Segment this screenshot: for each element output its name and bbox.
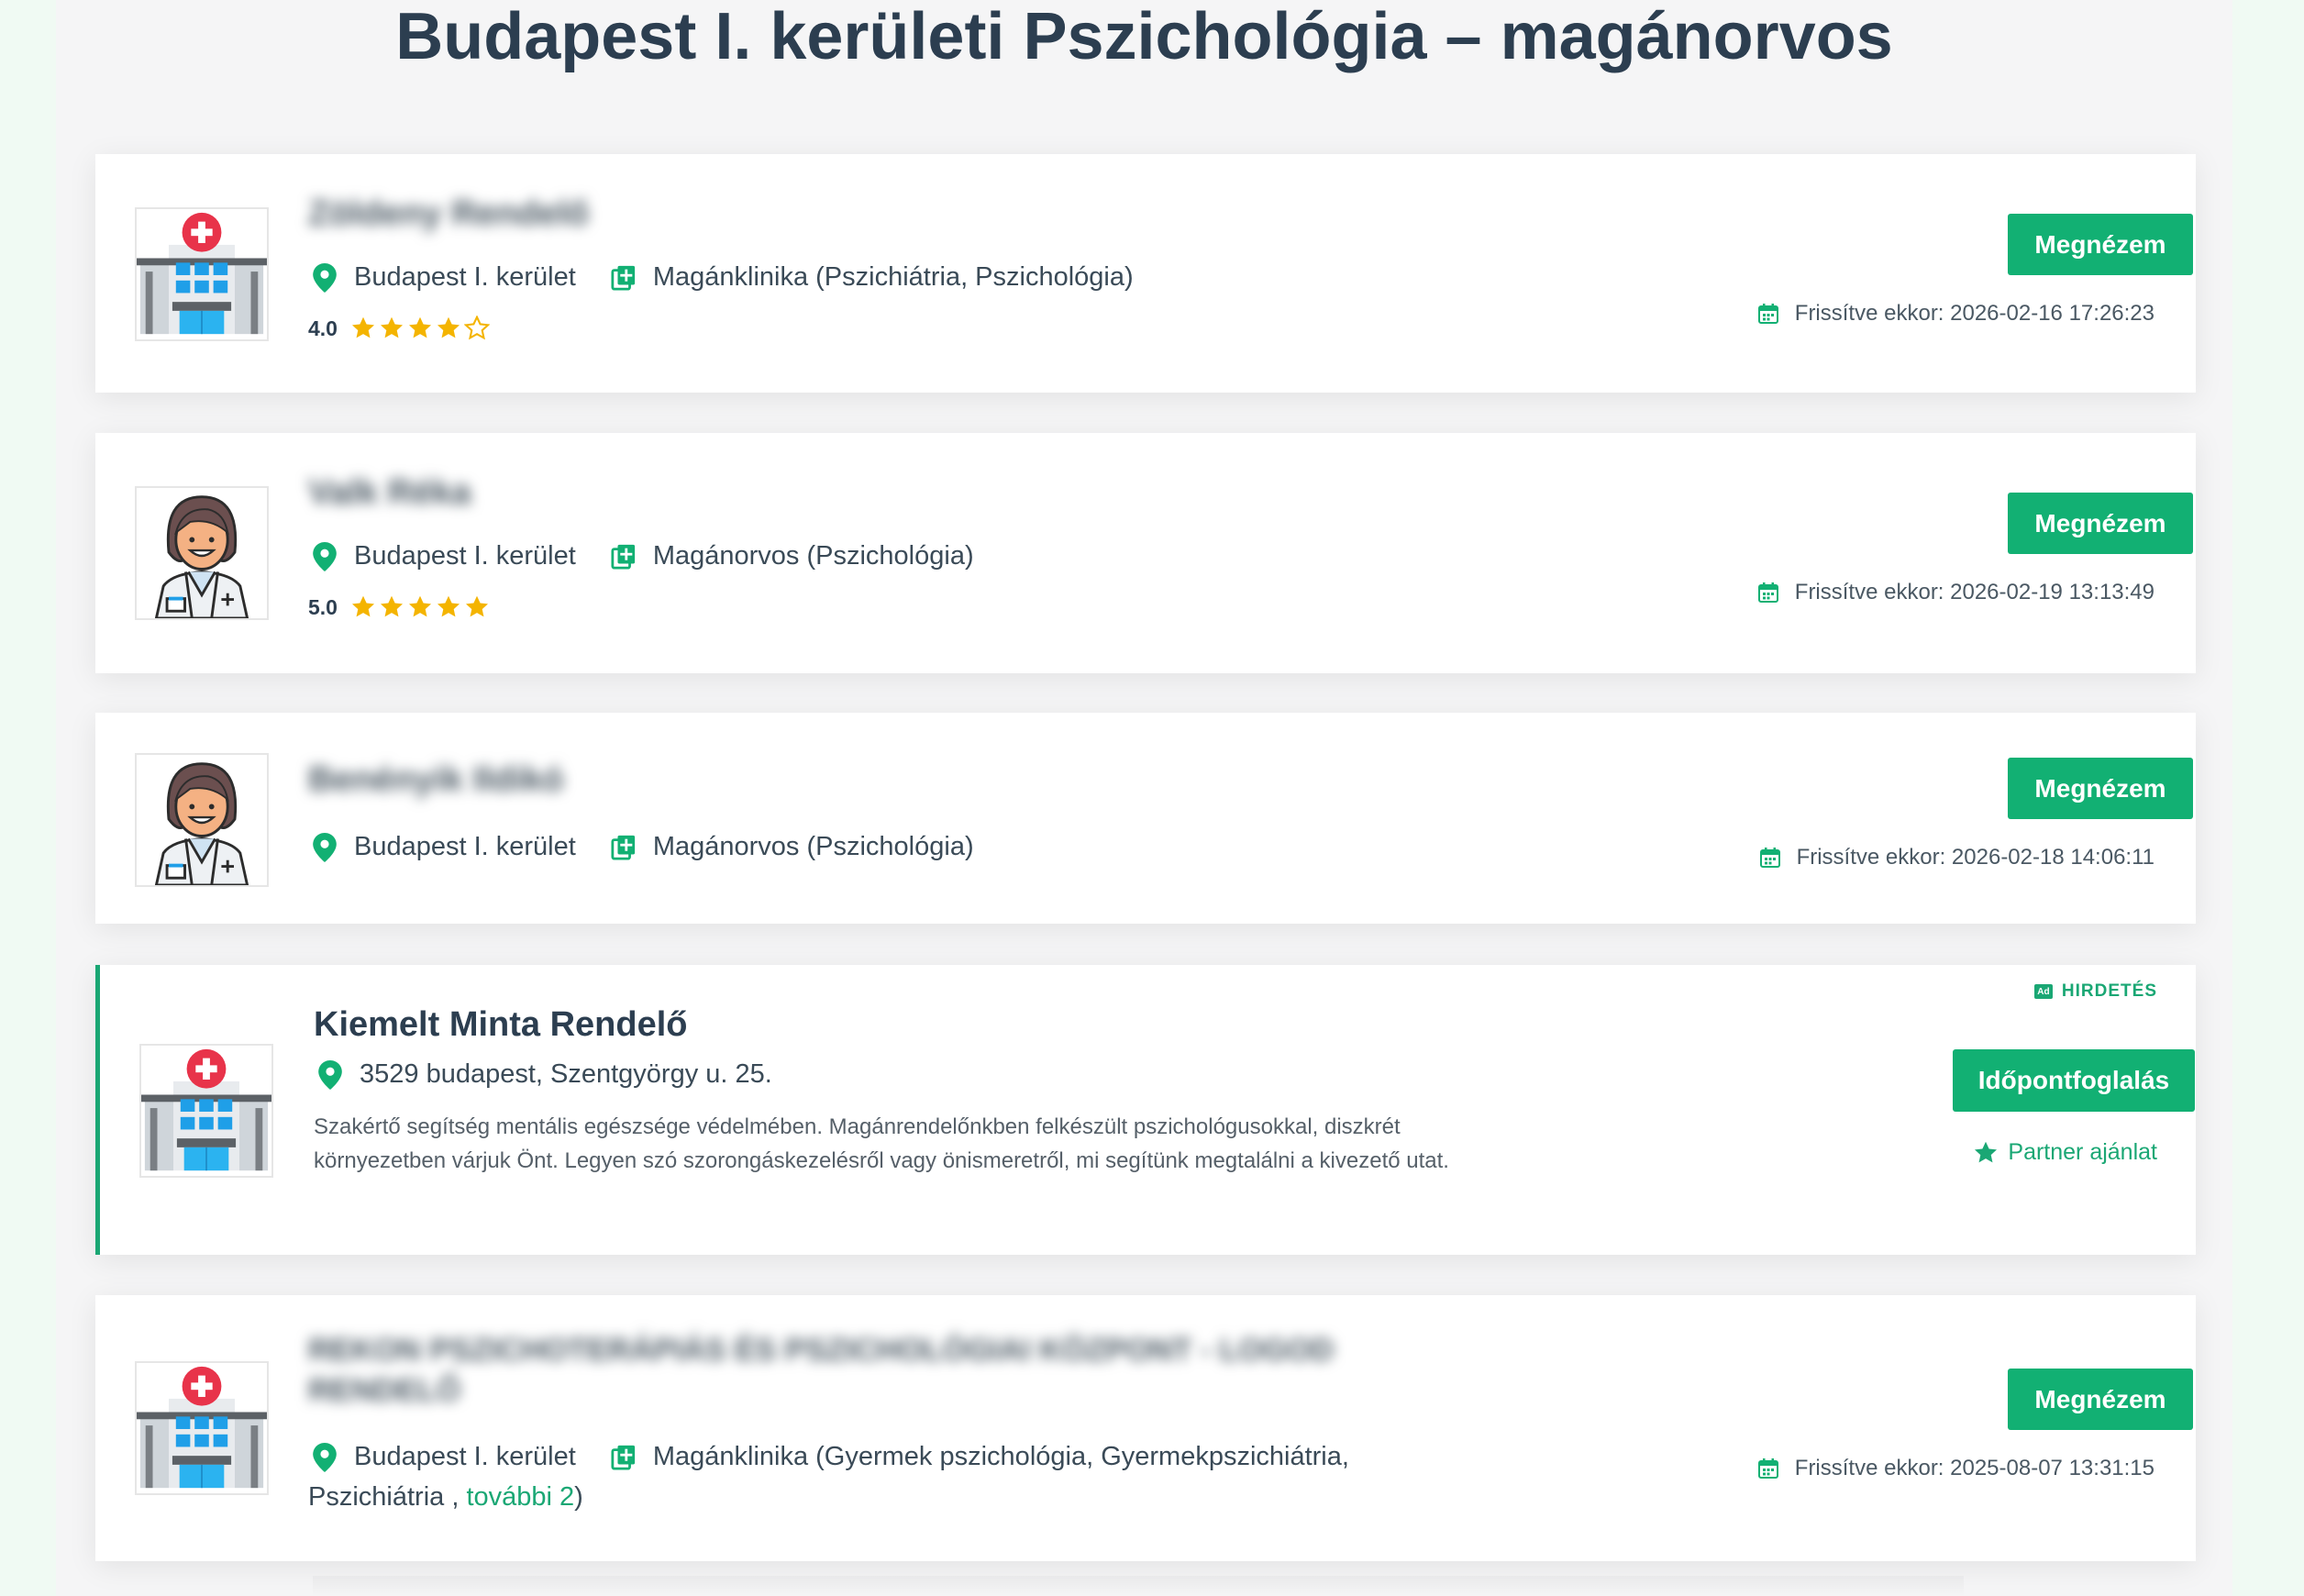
location-pin-icon [312,1442,338,1472]
hospital-icon[interactable] [135,1361,269,1495]
female-doctor-icon[interactable] [135,486,269,620]
calendar-icon [1757,304,1778,324]
listing-name[interactable]: Valk Réka [308,473,471,513]
view-button[interactable]: Megnézem [2008,758,2193,819]
listing-name[interactable]: Benényik Ildikó [308,760,564,800]
star-full-icon [380,316,404,338]
rating: 4.0 [308,316,493,341]
medical-folder-icon [611,1443,637,1472]
category-text: Magánklinika (Pszichiátria, Pszichológia… [652,262,1134,292]
listing-card: Valk Réka Budapest I. kerület Magánorvos… [95,433,2196,673]
medical-folder-icon [611,833,637,862]
listing-meta: Budapest I. kerület Magánorvos (Pszichol… [312,832,974,862]
listing-meta-line2: Pszichiátria , további 2 ) [308,1482,583,1513]
featured-address: 3529 budapest, Szentgyörgy u. 25. [360,1059,772,1089]
star-full-icon [351,595,375,617]
location-pin-icon [312,832,338,862]
category-text-continued: Pszichiátria , [308,1482,460,1512]
category-close-paren: ) [574,1482,583,1512]
location-pin-icon [317,1059,343,1090]
star-full-icon [408,316,432,338]
location-pin-icon [312,262,338,293]
next-card-shadow [313,1576,1964,1596]
star-full-icon [437,316,460,338]
featured-address-row: 3529 budapest, Szentgyörgy u. 25. [317,1059,772,1090]
listing-card: REKON PSZICHOTERÁPIÁS ÉS PSZICHOLÓGIAI K… [95,1295,2196,1561]
rating-value: 4.0 [308,316,338,340]
category-text: Magánklinika (Gyermek pszichológia, Gyer… [652,1442,1349,1471]
listing-name[interactable]: REKON PSZICHOTERÁPIÁS ÉS PSZICHOLÓGIAI K… [308,1330,1436,1411]
star-full-icon [380,595,404,617]
medical-folder-icon [611,542,637,571]
updated-text: Frissítve ekkor: 2025-08-07 13:31:15 [1794,1456,2154,1480]
ad-icon: Ad [2033,984,2053,999]
updated-timestamp: Frissítve ekkor: 2026-02-18 14:06:11 [1759,845,2154,870]
view-button[interactable]: Megnézem [2008,1369,2193,1430]
listing-card: Benényik Ildikó Budapest I. kerület Magá… [95,713,2196,924]
listing-meta: Budapest I. kerület Magánorvos (Pszichol… [312,541,974,571]
page-title: Budapest I. kerületi Pszichológia – magá… [395,0,1893,73]
page-container: Budapest I. kerületi Pszichológia – magá… [56,0,2232,1596]
calendar-icon [1757,1458,1778,1479]
updated-timestamp: Frissítve ekkor: 2026-02-19 13:13:49 [1757,580,2154,605]
female-doctor-icon[interactable] [135,753,269,887]
location-text: Budapest I. kerület [354,832,576,861]
updated-timestamp: Frissítve ekkor: 2026-02-16 17:26:23 [1757,301,2154,327]
updated-text: Frissítve ekkor: 2026-02-16 17:26:23 [1794,301,2154,326]
booking-button[interactable]: Időpontfoglalás [1953,1049,2195,1112]
partner-offer-label: Partner ajánlat [2008,1139,2157,1165]
calendar-icon [1759,848,1780,868]
listing-meta: Budapest I. kerület Magánklinika (Pszich… [312,262,1134,293]
star-empty-icon [463,316,490,340]
featured-description: Szakértő segítség mentális egészsége véd… [314,1114,1449,1173]
partner-offer: Partner ajánlat [1973,1139,2157,1166]
rating-value: 5.0 [308,594,338,619]
star-full-icon [437,595,460,617]
star-icon [1975,1141,1998,1162]
updated-timestamp: Frissítve ekkor: 2025-08-07 13:31:15 [1757,1456,2154,1481]
star-full-icon [465,595,489,617]
listing-card: Zöldeny Rendelő Budapest I. kerület Magá… [95,154,2196,393]
featured-card: Ad HIRDETÉS Kiemelt Minta Rendelő 3529 b… [95,965,2196,1255]
featured-name[interactable]: Kiemelt Minta Rendelő [314,1005,688,1045]
updated-text: Frissítve ekkor: 2026-02-19 13:13:49 [1794,580,2154,604]
listing-name[interactable]: Zöldeny Rendelő [308,194,589,234]
category-text: Magánorvos (Pszichológia) [652,832,974,861]
view-button[interactable]: Megnézem [2008,493,2193,554]
category-text: Magánorvos (Pszichológia) [652,541,974,571]
location-text: Budapest I. kerület [354,262,576,292]
rating: 5.0 [308,594,493,620]
more-categories-link[interactable]: további 2 [466,1482,574,1513]
star-full-icon [408,595,432,617]
location-text: Budapest I. kerület [354,1442,576,1471]
location-pin-icon [312,541,338,571]
ad-badge: Ad HIRDETÉS [2033,981,2157,1002]
ad-badge-label: HIRDETÉS [2061,981,2157,1001]
location-text: Budapest I. kerület [354,541,576,571]
hospital-icon[interactable] [139,1044,273,1178]
updated-text: Frissítve ekkor: 2026-02-18 14:06:11 [1796,845,2154,870]
star-full-icon [351,316,375,338]
hospital-icon[interactable] [135,207,269,341]
view-button[interactable]: Megnézem [2008,214,2193,275]
calendar-icon [1757,582,1778,603]
medical-folder-icon [611,263,637,293]
listing-meta: Budapest I. kerület Magánklinika (Gyerme… [312,1442,1349,1472]
